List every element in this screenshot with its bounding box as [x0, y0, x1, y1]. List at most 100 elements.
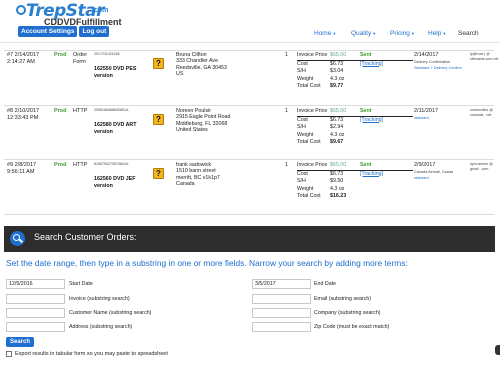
order-source: HTTP: [73, 108, 87, 115]
address-label: Address (substring search): [69, 324, 133, 330]
nav-help[interactable]: Help▼: [428, 30, 446, 37]
search-icon: [10, 231, 25, 246]
cost-row: Cost $6.73 [Tracking]: [297, 117, 413, 125]
sent-status: Sent: [360, 162, 372, 168]
customer-email: sym.winner @ gmail . com: [470, 162, 493, 171]
tracking-link[interactable]: [Tracking]: [360, 117, 383, 125]
invoice-row: Invoice Price $65.00 Sent: [297, 108, 413, 117]
address-street: 1510 bann street: [176, 168, 216, 175]
invoice-row: Invoice Price $65.00 Sent: [297, 52, 413, 61]
ship-method[interactable]: standard: [414, 116, 429, 120]
customer-name-label: Customer Name (substring search): [69, 310, 152, 316]
scroll-handle[interactable]: [495, 345, 500, 355]
invoice-price-value: $65.00: [330, 52, 347, 58]
order-number-date: #9 2/8/2017: [7, 162, 37, 168]
sent-status: Sent: [360, 108, 372, 114]
order-number-date: #8 2/10/2017: [7, 108, 40, 114]
invoice-price-value: $65.00: [330, 108, 347, 114]
order-quantity: 1: [285, 162, 289, 168]
price-block: Invoice Price $65.00 Sent Cost $6.73 [Tr…: [297, 162, 413, 201]
sh-value: $2.94: [330, 124, 344, 131]
company-label: Company (substring search): [314, 310, 381, 316]
price-block: Invoice Price $65.00 Sent Cost $6.73 [Tr…: [297, 52, 413, 91]
tracking-link[interactable]: [Tracking]: [360, 171, 383, 179]
order-row: #9 2/8/2017 9:56:11 AM Prod HTTP 8156794…: [4, 162, 494, 214]
total-row: Total Cost $16.23: [297, 193, 413, 201]
ship-address: Bruna Clifton 333 Chandler Ave Reedsvill…: [176, 52, 227, 78]
prod-tag: Prod: [54, 162, 67, 168]
nav-home[interactable]: Home▼: [314, 30, 336, 37]
help-icon[interactable]: ?: [153, 58, 164, 69]
ship-method[interactable]: Standard + Delivery Confirm: [414, 66, 462, 70]
ship-date: 2/11/2017: [414, 108, 439, 114]
order-row: #7 2/14/2017 2:14:27 AM Prod Order Form …: [4, 52, 498, 104]
total-value: $16.23: [330, 193, 347, 200]
ship-address: frank sadowick 1510 bann street merritt,…: [176, 162, 220, 188]
order-divider: [4, 50, 494, 51]
address-country: Canada: [176, 181, 195, 188]
product-title[interactable]: 162580 DVD ART version: [94, 122, 149, 136]
end-date-input[interactable]: 3/5/2017: [252, 279, 311, 289]
ship-date: 2/14/2017: [414, 52, 439, 58]
customer-name-input[interactable]: [6, 308, 65, 318]
sh-row: S/H $3.04: [297, 68, 413, 76]
order-divider: [4, 105, 494, 106]
weight-row: Weight 4.3 oz: [297, 186, 413, 194]
sh-value: $3.04: [330, 68, 344, 75]
weight-label: Weight: [297, 75, 314, 82]
cost-value: $6.73: [330, 170, 344, 177]
total-label: Total Cost: [297, 193, 321, 200]
email-input[interactable]: [252, 294, 311, 304]
invoice-input[interactable]: [6, 294, 65, 304]
account-buttons: Account Settings Log out: [18, 26, 110, 37]
order-code: 2008166468630801A: [94, 108, 129, 112]
order-number-date: #7 2/14/2017: [7, 52, 40, 58]
address-input[interactable]: [6, 322, 65, 332]
nav-quality[interactable]: Quality▼: [351, 30, 376, 37]
nav-search[interactable]: Search: [458, 30, 479, 37]
nav-pricing[interactable]: Pricing▼: [390, 30, 415, 37]
total-row: Total Cost $9.77: [297, 83, 413, 91]
sh-label: S/H: [297, 68, 306, 75]
invoice-price-label: Invoice Price: [297, 108, 328, 114]
cost-value: $6.73: [330, 60, 344, 67]
order-divider: [4, 214, 494, 215]
invoice-price-label: Invoice Price: [297, 162, 328, 168]
log-out-button[interactable]: Log out: [79, 26, 110, 37]
search-title: Search Customer Orders:: [34, 232, 137, 242]
order-time: 9:56:11 AM: [7, 169, 35, 175]
export-checkbox[interactable]: [6, 351, 12, 357]
start-date-label: Start Date: [69, 281, 93, 287]
weight-row: Weight 4.3 oz: [297, 76, 413, 84]
total-value: $9.77: [330, 83, 344, 90]
chevron-down-icon: ▼: [372, 31, 377, 36]
order-source-line1: Order: [73, 52, 88, 58]
cost-label: Cost: [297, 60, 308, 67]
weight-value: 4.3 oz: [330, 75, 345, 82]
ship-address: Noreen Poulsir 2915 Eagle Point Road Mid…: [176, 108, 230, 134]
start-date-input[interactable]: 12/5/2016: [6, 279, 65, 289]
weight-value: 4.3 oz: [330, 131, 345, 138]
account-settings-button[interactable]: Account Settings: [18, 26, 78, 37]
cost-row: Cost $6.73 [Tracking]: [297, 61, 413, 69]
product-title[interactable]: 162550 DVD PES version: [94, 66, 149, 80]
sh-value: $9.50: [330, 178, 344, 185]
logo[interactable]: TrepStar .com CDDVDFulfillment: [16, 1, 128, 27]
help-icon[interactable]: ?: [153, 168, 164, 179]
logo-star-icon: [16, 5, 26, 15]
email-label: Email (substring search): [314, 296, 372, 302]
cost-value: $6.73: [330, 116, 344, 123]
invoice-label: Invoice (substring search): [69, 296, 130, 302]
ship-service: Canada Airmail, Canad: [414, 170, 454, 174]
export-checkbox-label: Export results in tabular form so you ma…: [15, 351, 168, 357]
chevron-down-icon: ▼: [410, 31, 415, 36]
tracking-link[interactable]: [Tracking]: [360, 61, 383, 69]
help-icon[interactable]: ?: [153, 114, 164, 125]
search-button[interactable]: Search: [6, 337, 35, 347]
order-source: HTTP: [73, 162, 87, 169]
search-instructions: Set the date range, then type in a subst…: [6, 258, 408, 268]
zip-code-input[interactable]: [252, 322, 311, 332]
company-input[interactable]: [252, 308, 311, 318]
ship-method[interactable]: standard: [414, 176, 429, 180]
product-title[interactable]: 162560 DVD JEF version: [94, 176, 149, 190]
